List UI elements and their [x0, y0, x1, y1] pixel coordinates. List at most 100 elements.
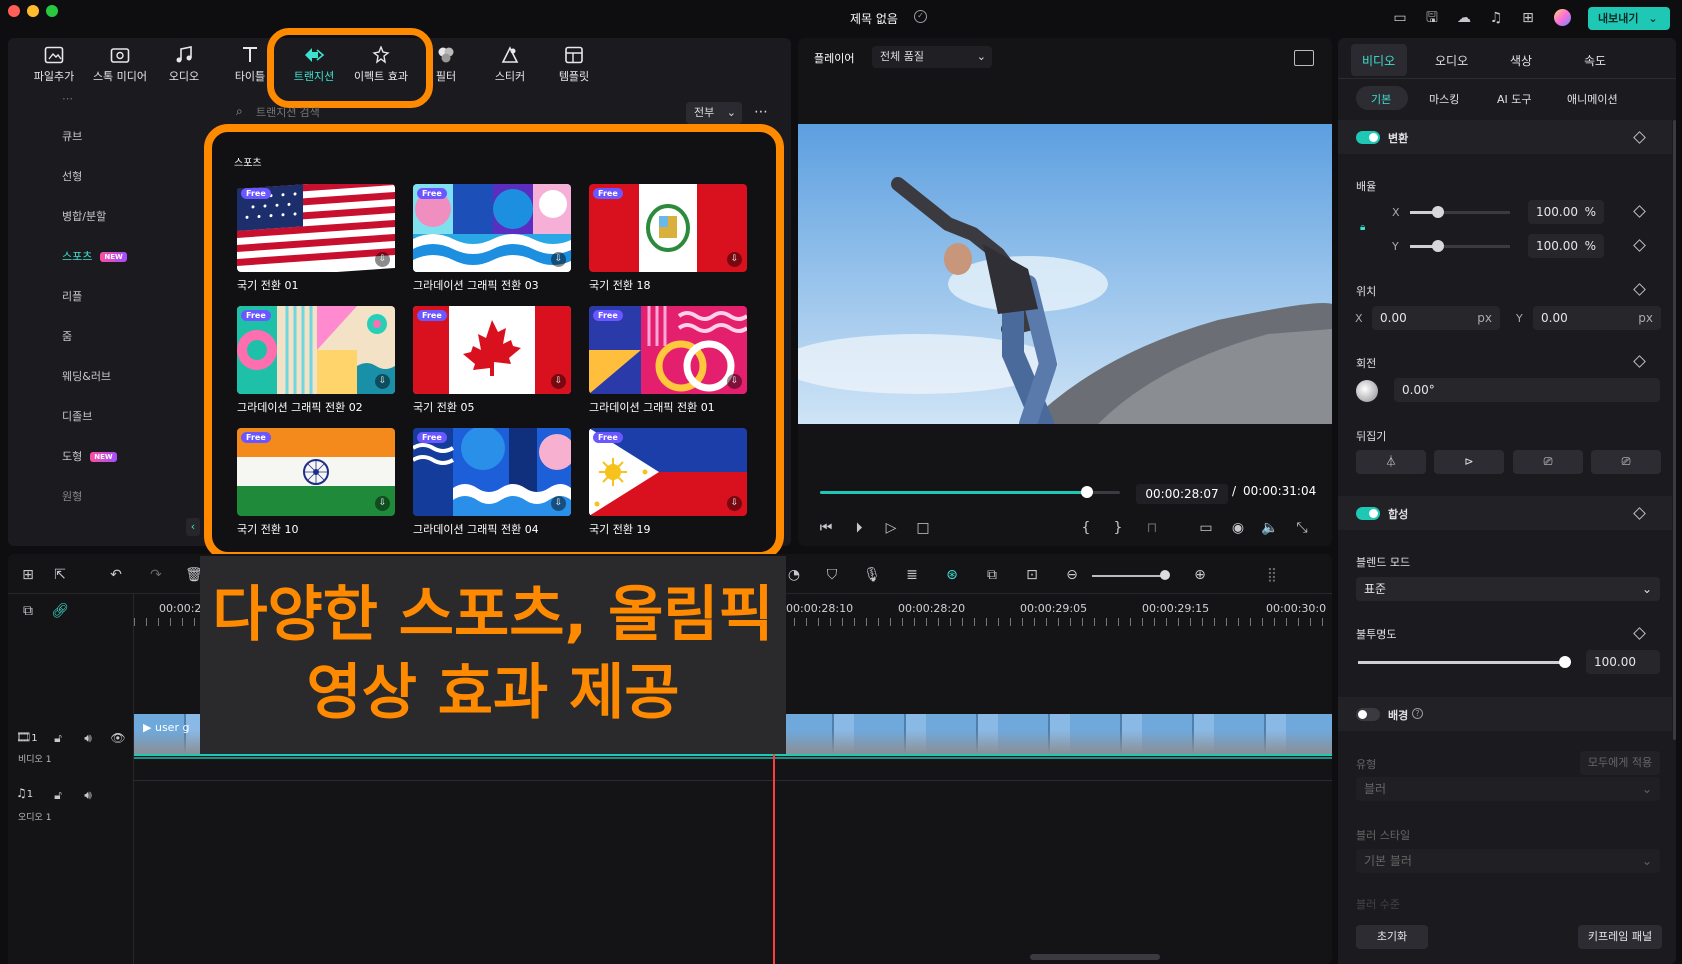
- collapse-sidebar-button[interactable]: ‹: [186, 518, 200, 536]
- redo-icon[interactable]: ↷: [146, 565, 166, 585]
- subtab-animation[interactable]: 애니메이션: [1567, 91, 1618, 107]
- sidebar-item-zoom[interactable]: 줌: [62, 328, 72, 344]
- zoom-out-icon[interactable]: ⊖: [1062, 565, 1082, 585]
- download-icon[interactable]: ⇩: [375, 374, 390, 389]
- flip-horizontal-button[interactable]: ⏃: [1356, 450, 1426, 474]
- help-icon[interactable]: ?: [1412, 708, 1423, 719]
- sidebar-item-merge-split[interactable]: 병합/분할: [62, 208, 106, 224]
- play-icon[interactable]: ▷: [881, 518, 901, 538]
- property-scrollbar[interactable]: [1673, 120, 1676, 740]
- speed-icon[interactable]: ◔: [784, 565, 804, 585]
- flip-vertical-button[interactable]: ⊳: [1434, 450, 1504, 474]
- scale-y-input[interactable]: 100.00%: [1528, 234, 1604, 258]
- tab-video[interactable]: 비디오: [1362, 52, 1395, 69]
- sidebar-item-dissolve[interactable]: 디졸브: [62, 408, 92, 424]
- playback-progress-knob[interactable]: [1081, 486, 1093, 498]
- apply-all-button[interactable]: 모두에게 적용: [1580, 751, 1660, 775]
- download-icon[interactable]: ⇩: [375, 496, 390, 511]
- snap-icon[interactable]: ⊛: [942, 565, 962, 585]
- account-avatar[interactable]: [1554, 9, 1571, 26]
- headset-icon[interactable]: ♫: [1486, 8, 1506, 28]
- audio-mix-icon[interactable]: ≣: [902, 565, 922, 585]
- download-icon[interactable]: ⇩: [375, 252, 390, 267]
- zoom-slider-knob[interactable]: [1160, 570, 1170, 580]
- scopes-icon[interactable]: [1294, 50, 1314, 66]
- fit-icon[interactable]: ⊡: [1022, 565, 1042, 585]
- track-lock-icon[interactable]: 🔓︎: [48, 728, 68, 748]
- opacity-input[interactable]: 100.00: [1586, 650, 1660, 674]
- save-icon[interactable]: 🖫: [1422, 8, 1442, 28]
- quality-dropdown[interactable]: 전체 품질 ⌄: [872, 46, 992, 68]
- transition-thumb-philippines-flag[interactable]: Free ⇩: [589, 428, 747, 516]
- transition-thumb-canada-flag[interactable]: Free ⇩: [413, 306, 571, 394]
- sidebar-item-cube[interactable]: 큐브: [62, 128, 82, 144]
- insert-icon[interactable]: ⊓: [1142, 518, 1162, 538]
- lock-ratio-icon[interactable]: 🔒︎: [1360, 222, 1365, 233]
- transition-thumb-graphic-geo[interactable]: Free ⇩: [237, 306, 395, 394]
- mark-out-icon[interactable]: }: [1108, 518, 1128, 538]
- subtab-basic[interactable]: 기본: [1371, 91, 1391, 107]
- more-options-icon[interactable]: ⋯: [754, 104, 768, 120]
- blur-style-select[interactable]: 기본 블러 ⌄: [1356, 849, 1660, 873]
- download-icon[interactable]: ⇩: [551, 374, 566, 389]
- layout-icon[interactable]: ▭: [1390, 8, 1410, 28]
- previous-frame-icon[interactable]: ⏮: [816, 518, 836, 538]
- toolbar-stock-media[interactable]: 스톡 미디어: [88, 40, 152, 100]
- sidebar-item-linear[interactable]: 선형: [62, 168, 82, 184]
- keyframe-panel-button[interactable]: 키프레임 패널: [1578, 925, 1662, 949]
- transition-thumb-graphic-blue[interactable]: Free ⇩: [413, 428, 571, 516]
- scale-y-slider-knob[interactable]: [1432, 240, 1444, 252]
- position-x-input[interactable]: 0.00 px: [1372, 306, 1500, 330]
- reset-button[interactable]: 초기화: [1356, 925, 1428, 949]
- zoom-slider[interactable]: [1092, 575, 1164, 577]
- display-icon[interactable]: ▭: [1196, 518, 1216, 538]
- layout-grid-icon[interactable]: ⊞: [18, 565, 38, 585]
- timeline-scrollbar[interactable]: [1030, 954, 1160, 960]
- background-toggle[interactable]: [1356, 708, 1380, 721]
- toolbar-sticker[interactable]: 스티커: [478, 40, 542, 100]
- transition-thumb-india-flag[interactable]: Free ⇩: [237, 428, 395, 516]
- pip-icon[interactable]: ⧉: [982, 565, 1002, 585]
- rotate-right-button[interactable]: ⎚: [1591, 450, 1661, 474]
- toolbar-template[interactable]: 템플릿: [542, 40, 606, 100]
- stop-icon[interactable]: □: [913, 518, 933, 538]
- toolbar-audio[interactable]: 오디오: [152, 40, 216, 100]
- composite-toggle[interactable]: [1356, 507, 1380, 520]
- sidebar-item-wedding[interactable]: 웨딩&러브: [62, 368, 111, 384]
- download-icon[interactable]: ⇩: [727, 374, 742, 389]
- scale-y-slider[interactable]: [1410, 245, 1510, 248]
- track-lock-icon[interactable]: 🔓︎: [48, 785, 68, 805]
- transform-toggle[interactable]: [1356, 131, 1380, 144]
- rotation-dial[interactable]: [1356, 380, 1378, 402]
- tab-speed[interactable]: 속도: [1584, 52, 1606, 69]
- sidebar-item-circle[interactable]: 원형: [62, 488, 82, 504]
- add-track-icon[interactable]: ⧉: [18, 601, 38, 621]
- position-y-input[interactable]: 0.00 px: [1533, 306, 1661, 330]
- opacity-slider-knob[interactable]: [1559, 656, 1571, 668]
- track-mute-icon[interactable]: 🔊︎: [78, 785, 98, 805]
- download-icon[interactable]: ⇩: [727, 496, 742, 511]
- sidebar-item-ripple[interactable]: 리플: [62, 288, 82, 304]
- transition-thumb-graphic-rings[interactable]: Free ⇩: [589, 306, 747, 394]
- zoom-in-icon[interactable]: ⊕: [1190, 565, 1210, 585]
- scale-x-input[interactable]: 100.00%: [1528, 200, 1604, 224]
- microphone-icon[interactable]: 🎙: [862, 565, 882, 585]
- tab-audio[interactable]: 오디오: [1435, 52, 1468, 69]
- close-window-button[interactable]: [8, 5, 20, 17]
- category-filter-dropdown[interactable]: 전부 ⌄: [686, 102, 742, 124]
- download-icon[interactable]: ⇩: [551, 496, 566, 511]
- track-mute-icon[interactable]: 🔊︎: [78, 728, 98, 748]
- cloud-upload-icon[interactable]: ☁: [1454, 8, 1474, 28]
- scale-x-slider-knob[interactable]: [1432, 206, 1444, 218]
- transition-search-input[interactable]: [256, 103, 556, 123]
- transition-thumb-usa-flag[interactable]: Free ⇩: [237, 184, 395, 272]
- fullscreen-icon[interactable]: ⤡: [1292, 518, 1312, 538]
- snapshot-icon[interactable]: ◉: [1228, 518, 1248, 538]
- subtab-ai-tools[interactable]: AI 도구: [1497, 91, 1532, 107]
- download-icon[interactable]: ⇩: [551, 252, 566, 267]
- opacity-slider[interactable]: [1358, 661, 1566, 664]
- track-visibility-icon[interactable]: 👁︎: [108, 728, 128, 748]
- transition-thumb-peru-flag[interactable]: Free ⇩: [589, 184, 747, 272]
- toolbar-import[interactable]: 파일추가: [22, 40, 86, 100]
- mark-in-icon[interactable]: {: [1076, 518, 1096, 538]
